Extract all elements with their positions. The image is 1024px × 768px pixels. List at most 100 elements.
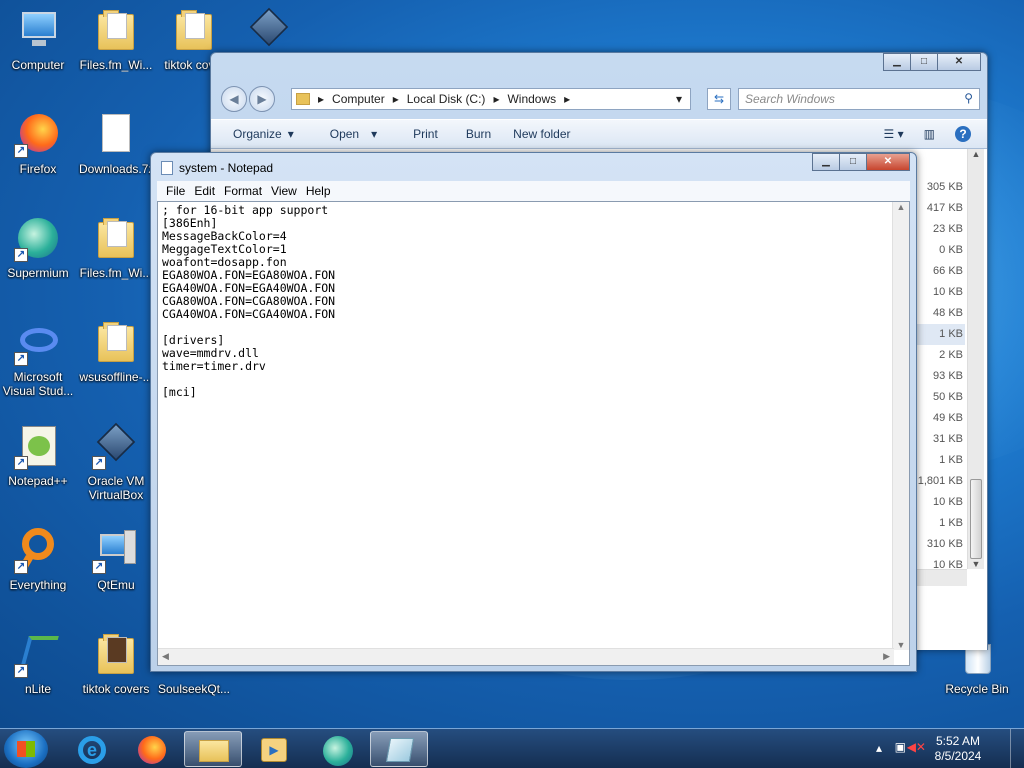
taskbar-notepad[interactable] bbox=[370, 731, 428, 767]
menu-edit[interactable]: Edit bbox=[194, 184, 215, 198]
file-size[interactable]: 31 KB bbox=[911, 429, 965, 450]
menu-format[interactable]: Format bbox=[224, 184, 262, 198]
scroll-up-icon[interactable]: ▲ bbox=[893, 202, 909, 212]
scroll-left-icon[interactable]: ◀ bbox=[162, 651, 169, 662]
vertical-scrollbar[interactable]: ▲ ▼ bbox=[967, 149, 984, 569]
horizontal-scrollbar[interactable]: ◀ ▶ bbox=[158, 648, 894, 665]
file-size[interactable]: 66 KB bbox=[911, 261, 965, 282]
folder-icon bbox=[92, 630, 140, 678]
vertical-scrollbar[interactable]: ▲ ▼ bbox=[892, 202, 909, 650]
breadcrumb-separator-icon[interactable]: ▸ bbox=[318, 92, 324, 106]
menu-file[interactable]: File bbox=[166, 184, 185, 198]
file-size[interactable]: 1,801 KB bbox=[911, 471, 965, 492]
file-size[interactable]: 310 KB bbox=[911, 534, 965, 555]
clock[interactable]: 5:52 AM 8/5/2024 bbox=[928, 734, 988, 764]
desktop-icon-folder-tiktok-covers[interactable]: tiktok covers bbox=[78, 628, 154, 724]
taskbar-firefox[interactable] bbox=[122, 731, 180, 767]
desktop-icon-qtemu[interactable]: ↗ QtEmu bbox=[78, 524, 154, 620]
back-button[interactable]: ◀ bbox=[221, 86, 247, 112]
file-size[interactable]: 1 KB bbox=[911, 513, 965, 534]
show-desktop-button[interactable] bbox=[1010, 729, 1024, 768]
breadcrumb-computer[interactable]: Computer bbox=[332, 92, 385, 106]
folder-icon bbox=[296, 93, 310, 105]
taskbar-ie[interactable]: e bbox=[62, 731, 120, 767]
breadcrumb-local-disk[interactable]: Local Disk (C:) bbox=[407, 92, 486, 106]
taskbar: e ▶ ▴ ▣ ◀✕ 5:52 AM 8/5/2024 bbox=[0, 728, 1024, 768]
taskbar-media-player[interactable]: ▶ bbox=[244, 731, 302, 767]
desktop-icon-nlite[interactable]: ↗ nLite bbox=[0, 628, 76, 724]
menu-help[interactable]: Help bbox=[306, 184, 331, 198]
maximize-button[interactable]: □ bbox=[839, 153, 867, 171]
breadcrumb-windows[interactable]: Windows bbox=[507, 92, 556, 106]
file-size[interactable]: 48 KB bbox=[911, 303, 965, 324]
notepad-icon bbox=[161, 161, 173, 175]
desktop-icon-folder-filesfm-2[interactable]: Files.fm_Wi... bbox=[78, 212, 154, 308]
scroll-down-icon[interactable]: ▼ bbox=[893, 640, 909, 650]
desktop-icon-downloads-7z[interactable]: Downloads.7z bbox=[78, 108, 154, 204]
maximize-button[interactable]: □ bbox=[910, 53, 938, 71]
minimize-button[interactable]: ▁ bbox=[883, 53, 911, 71]
command-bar: Organize ▾ Open ▾ Print Burn New folder … bbox=[211, 119, 987, 149]
file-size[interactable]: 417 KB bbox=[911, 198, 965, 219]
file-size[interactable]: 10 KB bbox=[911, 492, 965, 513]
menu-view[interactable]: View bbox=[271, 184, 297, 198]
chevron-down-icon[interactable]: ▾ bbox=[371, 127, 377, 141]
desktop-icon-virtualbox[interactable]: ↗ Oracle VM VirtualBox bbox=[78, 420, 154, 516]
file-size[interactable]: 2 KB bbox=[911, 345, 965, 366]
chevron-down-icon[interactable]: ▾ bbox=[288, 127, 294, 141]
file-size[interactable]: 305 KB bbox=[911, 177, 965, 198]
close-button[interactable]: ✕ bbox=[937, 53, 981, 71]
chevron-down-icon[interactable]: ▾ bbox=[676, 92, 682, 106]
desktop-icon-installer[interactable] bbox=[248, 6, 292, 50]
file-size[interactable]: 1 KB bbox=[911, 324, 965, 345]
forward-button[interactable]: ▶ bbox=[249, 86, 275, 112]
file-size[interactable]: 23 KB bbox=[911, 219, 965, 240]
desktop-icon-everything[interactable]: ↗ Everything bbox=[0, 524, 76, 620]
search-input[interactable]: Search Windows ⚲ bbox=[738, 88, 980, 110]
file-size[interactable]: 93 KB bbox=[911, 366, 965, 387]
refresh-button[interactable]: ⇆ bbox=[707, 88, 731, 110]
search-icon[interactable]: ⚲ bbox=[964, 91, 973, 105]
desktop-icon-folder-filesfm-1[interactable]: Files.fm_Wi... bbox=[78, 4, 154, 100]
print-button[interactable]: Print bbox=[413, 127, 438, 141]
scroll-up-icon[interactable]: ▲ bbox=[968, 149, 984, 159]
desktop-icon-computer[interactable]: Computer bbox=[0, 4, 76, 100]
new-folder-button[interactable]: New folder bbox=[513, 127, 570, 141]
address-bar[interactable]: ▸ Computer ▸ Local Disk (C:) ▸ Windows ▸… bbox=[291, 88, 691, 110]
text-editor[interactable]: ; for 16-bit app support [386Enh] Messag… bbox=[157, 201, 910, 666]
editor-content[interactable]: ; for 16-bit app support [386Enh] Messag… bbox=[162, 204, 335, 399]
volume-muted-icon[interactable]: ◀✕ bbox=[907, 740, 926, 754]
network-icon[interactable]: ▣ bbox=[895, 740, 906, 754]
start-button[interactable] bbox=[4, 730, 48, 768]
breadcrumb-separator-icon[interactable]: ▸ bbox=[393, 92, 399, 106]
taskbar-supermium[interactable] bbox=[308, 731, 366, 767]
folder-icon bbox=[92, 214, 140, 262]
breadcrumb-separator-icon[interactable]: ▸ bbox=[564, 92, 570, 106]
breadcrumb-separator-icon[interactable]: ▸ bbox=[493, 92, 499, 106]
desktop-icon-supermium[interactable]: ↗ Supermium bbox=[0, 212, 76, 308]
organize-button[interactable]: Organize bbox=[233, 127, 282, 141]
file-size[interactable]: 0 KB bbox=[911, 240, 965, 261]
file-size[interactable]: 10 KB bbox=[911, 282, 965, 303]
desktop-icon-visual-studio[interactable]: ↗ Microsoft Visual Stud... bbox=[0, 316, 76, 412]
burn-button[interactable]: Burn bbox=[466, 127, 491, 141]
desktop-icon-firefox[interactable]: ↗ Firefox bbox=[0, 108, 76, 204]
views-icon[interactable]: ☰ ▾ bbox=[884, 127, 904, 141]
show-hidden-icons-icon[interactable]: ▴ bbox=[876, 741, 882, 755]
scroll-right-icon[interactable]: ▶ bbox=[883, 651, 890, 662]
scroll-down-icon[interactable]: ▼ bbox=[968, 559, 984, 569]
horizontal-scrollbar[interactable] bbox=[911, 569, 967, 586]
minimize-button[interactable]: ▁ bbox=[812, 153, 840, 171]
file-size[interactable]: 50 KB bbox=[911, 387, 965, 408]
preview-pane-icon[interactable]: ▥ bbox=[924, 127, 935, 141]
help-icon[interactable]: ? bbox=[955, 126, 971, 142]
close-button[interactable]: ✕ bbox=[866, 153, 910, 171]
notepad-window-controls: ▁ □ ✕ bbox=[812, 153, 910, 171]
taskbar-explorer[interactable] bbox=[184, 731, 242, 767]
scrollbar-thumb[interactable] bbox=[970, 479, 982, 559]
file-size[interactable]: 1 KB bbox=[911, 450, 965, 471]
desktop-icon-notepadpp[interactable]: ↗ Notepad++ bbox=[0, 420, 76, 516]
open-button[interactable]: Open bbox=[330, 127, 359, 141]
file-size[interactable]: 49 KB bbox=[911, 408, 965, 429]
desktop-icon-folder-wsusoffline[interactable]: wsusoffline-... bbox=[78, 316, 154, 412]
